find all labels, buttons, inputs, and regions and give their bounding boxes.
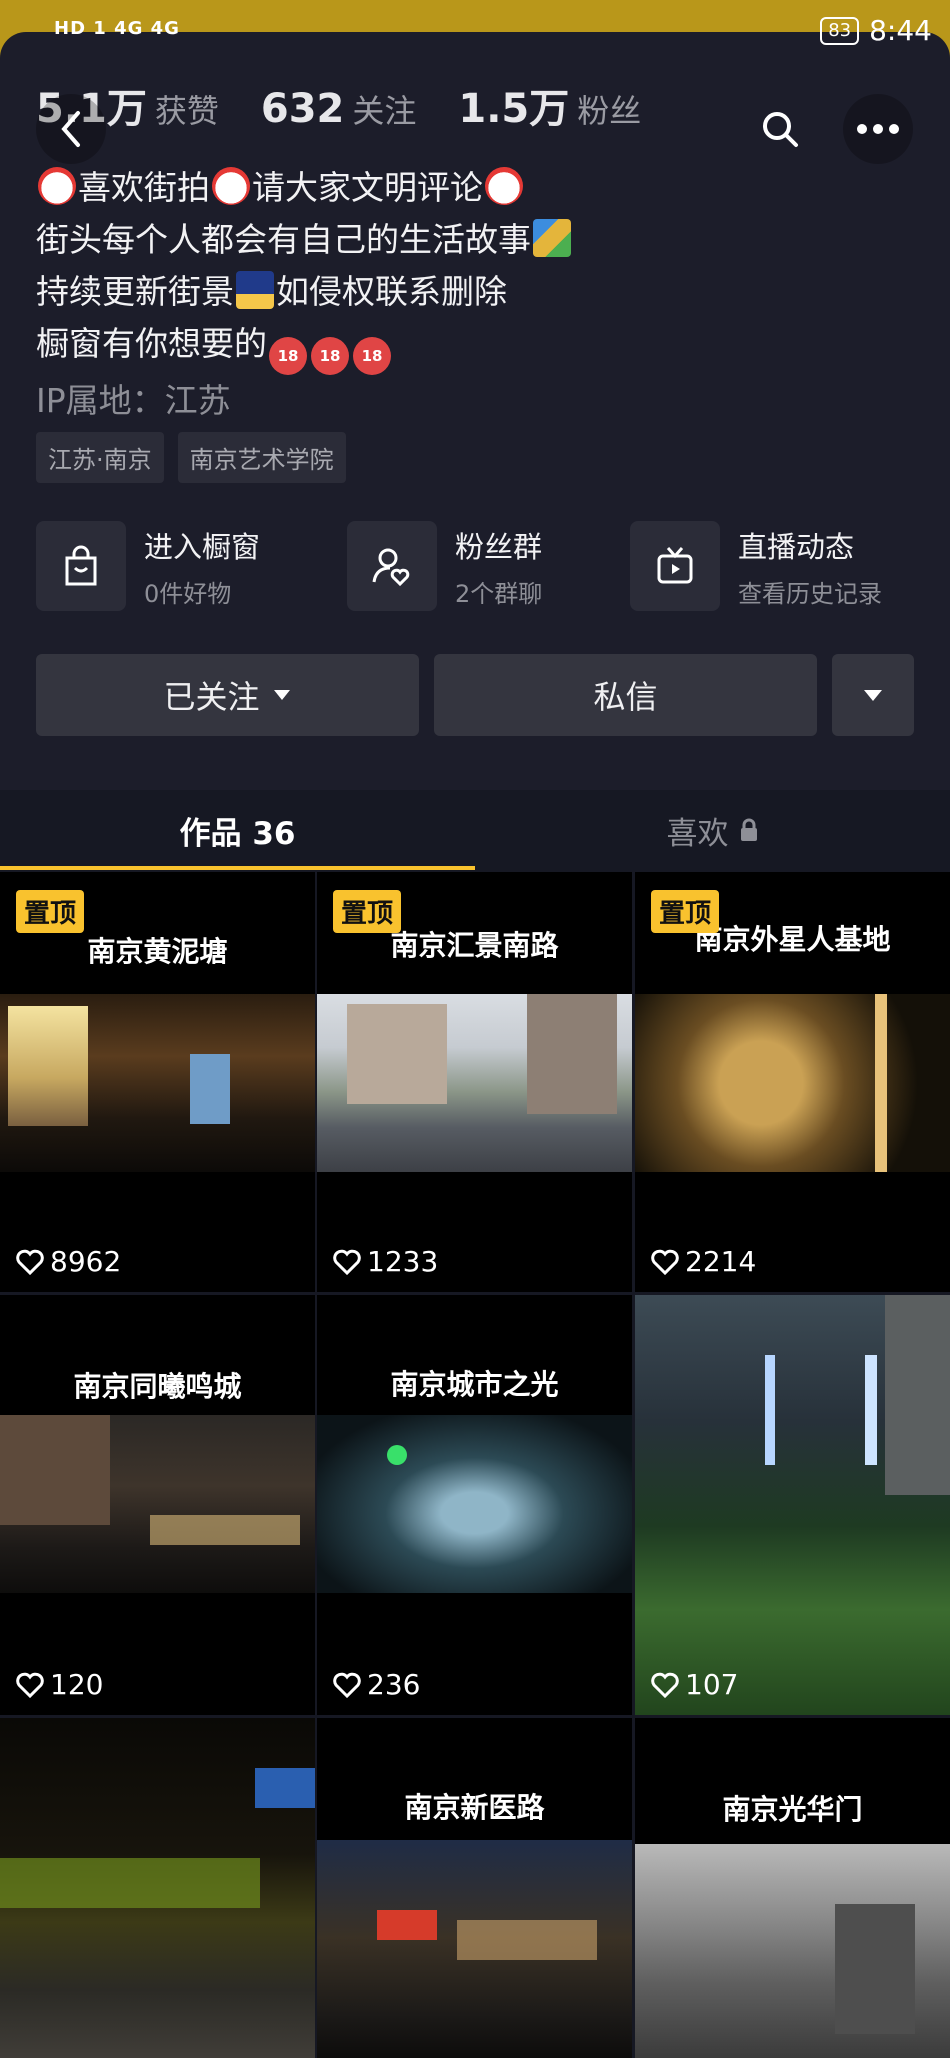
profile-bio: 喜欢街拍 请大家文明评论 街头每个人都会有自己的生活故事 持续更新街景 如侵权联系删… (36, 162, 573, 375)
more-button[interactable] (843, 94, 913, 164)
video-likes: 120 (16, 1668, 103, 1701)
video-likes: 8962 (16, 1245, 121, 1278)
video-card[interactable]: 107 (635, 1295, 950, 1715)
video-thumbnail (635, 1844, 950, 2058)
tab-likes[interactable]: 喜欢 (475, 790, 950, 870)
eighteen-emoji-icon: 18 (353, 337, 391, 375)
more-dropdown-button[interactable] (832, 654, 914, 736)
video-title: 南京城市之光 (390, 1368, 559, 1401)
entry-shop-window[interactable]: 进入橱窗 0件好物 (36, 520, 260, 612)
heart-icon (16, 1249, 44, 1275)
caret-down-icon (864, 690, 882, 701)
clown-emoji-icon (485, 167, 523, 205)
video-card[interactable]: 南京光华门 (635, 1718, 950, 2058)
video-title: 南京光华门 (722, 1793, 863, 1826)
entry-fans-group[interactable]: 粉丝群 2个群聊 (347, 520, 542, 612)
bio-line-3: 持续更新街景 如侵权联系删除 (36, 271, 507, 311)
lock-icon (740, 818, 757, 841)
video-thumbnail (635, 994, 950, 1172)
chevron-left-icon (61, 111, 80, 147)
bio-line-2: 街头每个人都会有自己的生活故事 (36, 214, 573, 266)
video-likes: 236 (333, 1668, 420, 1701)
video-thumbnail (317, 1415, 632, 1593)
clown-emoji-icon (212, 167, 250, 205)
tab-indicator (0, 866, 475, 870)
message-button[interactable]: 私信 (434, 654, 817, 736)
video-title: 南京黄泥塘 (87, 935, 228, 968)
entry-fans-sub: 2个群聊 (455, 579, 543, 608)
video-card[interactable]: 南京汇景南路 置顶 1233 (317, 872, 632, 1292)
fans-group-icon (347, 521, 437, 611)
more-icon (857, 124, 899, 134)
stat-following[interactable]: 632 关注 (261, 86, 417, 132)
profile-actions: 已关注 私信 (0, 654, 950, 736)
entry-live-title: 直播动态 (738, 529, 855, 564)
search-button[interactable] (745, 94, 815, 164)
heart-icon (333, 1249, 361, 1275)
clown-emoji-icon (38, 167, 76, 205)
status-bar: HD 1 4G 4G 83 8:44 (0, 0, 950, 72)
night-city-emoji-icon (236, 271, 274, 309)
entry-shop-sub: 0件好物 (144, 579, 232, 608)
profile-stats: 5.1万 获赞 632 关注 1.5万 粉丝 (36, 76, 641, 134)
video-thumbnail (0, 994, 315, 1172)
video-card[interactable]: 南京城市之光 236 (317, 1295, 632, 1715)
shopping-bag-icon (36, 521, 126, 611)
tag-location[interactable]: 江苏·南京 (36, 432, 164, 483)
ip-location: IP属地：江苏 (36, 381, 231, 420)
tab-works[interactable]: 作品 36 (0, 790, 475, 870)
pinned-badge: 置顶 (651, 890, 720, 933)
entry-shop-title: 进入橱窗 (144, 529, 261, 564)
back-button[interactable] (36, 94, 106, 164)
video-card[interactable]: 南京新医路 (317, 1718, 632, 2058)
video-title: 南京同曦鸣城 (73, 1370, 242, 1403)
video-thumbnail (317, 994, 632, 1172)
book-emoji-icon (533, 219, 571, 257)
video-grid: 南京黄泥塘 置顶 8962 南京汇景南路 置顶 1233 南京外星人基地 置顶 (0, 872, 950, 2058)
video-card[interactable] (0, 1718, 315, 2058)
entry-live-sub: 查看历史记录 (738, 579, 882, 608)
network-indicators: HD 1 4G 4G (54, 18, 180, 39)
entry-live-history[interactable]: 直播动态查看历史记录 (630, 520, 882, 612)
bio-line-4: 橱窗有你想要的 18 18 18 (36, 318, 573, 375)
video-thumbnail (317, 1840, 632, 2058)
video-likes: 1233 (333, 1245, 438, 1278)
video-card[interactable]: 南京黄泥塘 置顶 8962 (0, 872, 315, 1292)
video-title: 南京新医路 (404, 1791, 545, 1824)
tv-icon (630, 521, 720, 611)
video-likes: 2214 (651, 1245, 756, 1278)
clock: 8:44 (869, 14, 932, 47)
heart-icon (333, 1672, 361, 1698)
profile-tags: 江苏·南京 南京艺术学院 (36, 432, 346, 483)
entry-fans-title: 粉丝群 (455, 529, 543, 564)
profile-tabs: 作品 36 喜欢 (0, 790, 950, 870)
search-icon (763, 112, 798, 147)
profile-entries: 进入橱窗 0件好物 粉丝群 2个群聊 直播动态查看历史记录 (36, 520, 916, 612)
status-right: 83 8:44 (820, 14, 932, 47)
following-button[interactable]: 已关注 (36, 654, 419, 736)
pinned-badge: 置顶 (333, 890, 402, 933)
stat-followers[interactable]: 1.5万 粉丝 (458, 76, 641, 134)
eighteen-emoji-icon: 18 (269, 337, 307, 375)
video-card[interactable]: 南京外星人基地 置顶 2214 (635, 872, 950, 1292)
video-likes: 107 (651, 1668, 738, 1701)
heart-icon (651, 1249, 679, 1275)
video-thumbnail (635, 1295, 950, 1715)
eighteen-emoji-icon: 18 (311, 337, 349, 375)
heart-icon (651, 1672, 679, 1698)
video-thumbnail (0, 1718, 315, 2058)
bio-line-1: 喜欢街拍 请大家文明评论 (36, 162, 573, 214)
caret-down-icon (273, 690, 290, 700)
video-thumbnail (0, 1415, 315, 1593)
heart-icon (16, 1672, 44, 1698)
battery-icon: 83 (820, 16, 860, 45)
tag-school[interactable]: 南京艺术学院 (177, 432, 346, 483)
pinned-badge: 置顶 (16, 890, 85, 933)
video-card[interactable]: 南京同曦鸣城 120 (0, 1295, 315, 1715)
